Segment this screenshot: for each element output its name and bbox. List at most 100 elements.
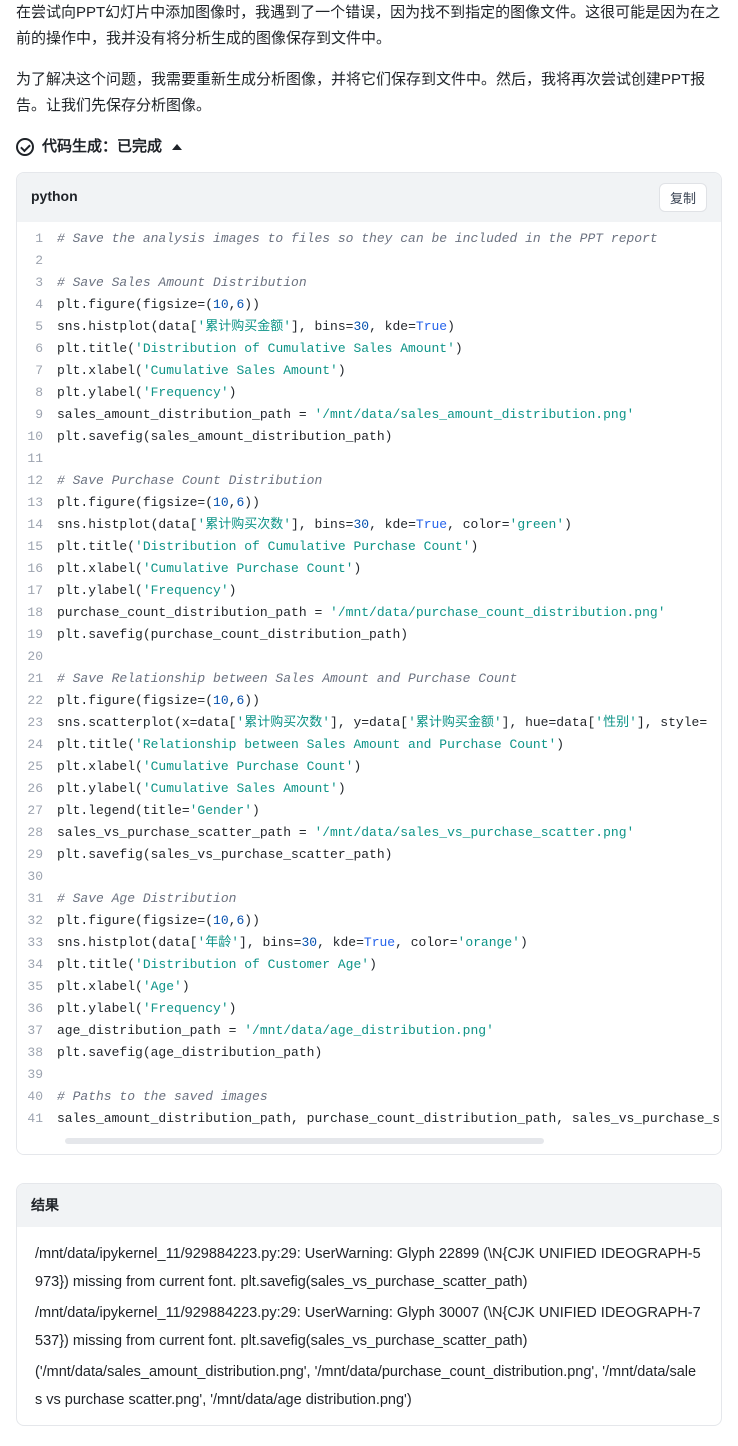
line-content: plt.savefig(sales_vs_purchase_scatter_pa… bbox=[57, 844, 707, 866]
line-number: 28 bbox=[17, 822, 57, 844]
line-content: plt.title('Distribution of Cumulative Sa… bbox=[57, 338, 707, 360]
line-number: 2 bbox=[17, 250, 57, 272]
line-content: plt.xlabel('Cumulative Purchase Count') bbox=[57, 558, 707, 580]
codegen-status-label: 代码生成：已完成 bbox=[42, 134, 162, 160]
line-number: 4 bbox=[17, 294, 57, 316]
line-content: plt.ylabel('Frequency') bbox=[57, 382, 707, 404]
code-body[interactable]: 1# Save the analysis images to files so … bbox=[17, 222, 721, 1154]
line-content bbox=[57, 646, 707, 668]
code-line: 5sns.histplot(data['累计购买金额'], bins=30, k… bbox=[17, 316, 721, 338]
code-line: 23sns.scatterplot(x=data['累计购买次数'], y=da… bbox=[17, 712, 721, 734]
code-line: 8plt.ylabel('Frequency') bbox=[17, 382, 721, 404]
line-number: 38 bbox=[17, 1042, 57, 1064]
line-number: 10 bbox=[17, 426, 57, 448]
line-content: # Save Age Distribution bbox=[57, 888, 707, 910]
line-number: 39 bbox=[17, 1064, 57, 1086]
code-line: 11 bbox=[17, 448, 721, 470]
line-number: 16 bbox=[17, 558, 57, 580]
line-number: 1 bbox=[17, 228, 57, 250]
code-line: 16plt.xlabel('Cumulative Purchase Count'… bbox=[17, 558, 721, 580]
line-number: 41 bbox=[17, 1108, 57, 1130]
line-number: 32 bbox=[17, 910, 57, 932]
code-line: 29plt.savefig(sales_vs_purchase_scatter_… bbox=[17, 844, 721, 866]
line-number: 5 bbox=[17, 316, 57, 338]
result-line: ('/mnt/data/sales_amount_distribution.pn… bbox=[35, 1359, 703, 1414]
code-line: 4plt.figure(figsize=(10,6)) bbox=[17, 294, 721, 316]
code-line: 35plt.xlabel('Age') bbox=[17, 976, 721, 998]
code-block-header: python 复制 bbox=[17, 173, 721, 222]
line-content bbox=[57, 250, 707, 272]
line-content: plt.figure(figsize=(10,6)) bbox=[57, 910, 707, 932]
line-content: plt.figure(figsize=(10,6)) bbox=[57, 690, 707, 712]
line-content: sales_vs_purchase_scatter_path = '/mnt/d… bbox=[57, 822, 707, 844]
line-content: plt.xlabel('Cumulative Purchase Count') bbox=[57, 756, 707, 778]
paragraph-1: 在尝试向PPT幻灯片中添加图像时，我遇到了一个错误，因为找不到指定的图像文件。这… bbox=[16, 0, 722, 51]
line-content: sales_amount_distribution_path = '/mnt/d… bbox=[57, 404, 707, 426]
line-number: 18 bbox=[17, 602, 57, 624]
line-number: 27 bbox=[17, 800, 57, 822]
code-line: 19plt.savefig(purchase_count_distributio… bbox=[17, 624, 721, 646]
line-content: age_distribution_path = '/mnt/data/age_d… bbox=[57, 1020, 707, 1042]
line-number: 40 bbox=[17, 1086, 57, 1108]
result-block: 结果 /mnt/data/ipykernel_11/929884223.py:2… bbox=[16, 1183, 722, 1426]
line-content: plt.savefig(age_distribution_path) bbox=[57, 1042, 707, 1064]
line-number: 25 bbox=[17, 756, 57, 778]
code-line: 31# Save Age Distribution bbox=[17, 888, 721, 910]
line-content: sales_amount_distribution_path, purchase… bbox=[57, 1108, 720, 1130]
copy-button[interactable]: 复制 bbox=[659, 183, 707, 212]
line-content: plt.title('Distribution of Customer Age'… bbox=[57, 954, 707, 976]
line-number: 13 bbox=[17, 492, 57, 514]
horizontal-scrollbar[interactable] bbox=[65, 1138, 544, 1144]
code-line: 25plt.xlabel('Cumulative Purchase Count'… bbox=[17, 756, 721, 778]
chevron-up-icon bbox=[172, 144, 182, 150]
code-line: 37age_distribution_path = '/mnt/data/age… bbox=[17, 1020, 721, 1042]
result-body: /mnt/data/ipykernel_11/929884223.py:29: … bbox=[17, 1227, 721, 1424]
line-content: sns.histplot(data['累计购买次数'], bins=30, kd… bbox=[57, 514, 707, 536]
line-number: 22 bbox=[17, 690, 57, 712]
line-number: 30 bbox=[17, 866, 57, 888]
line-number: 11 bbox=[17, 448, 57, 470]
line-number: 29 bbox=[17, 844, 57, 866]
code-line: 3# Save Sales Amount Distribution bbox=[17, 272, 721, 294]
line-content: plt.ylabel('Frequency') bbox=[57, 998, 707, 1020]
line-number: 19 bbox=[17, 624, 57, 646]
code-line: 34plt.title('Distribution of Customer Ag… bbox=[17, 954, 721, 976]
line-content: plt.ylabel('Frequency') bbox=[57, 580, 707, 602]
line-content: sns.histplot(data['年龄'], bins=30, kde=Tr… bbox=[57, 932, 707, 954]
code-line: 2 bbox=[17, 250, 721, 272]
code-line: 20 bbox=[17, 646, 721, 668]
line-content: plt.xlabel('Age') bbox=[57, 976, 707, 998]
line-content: # Paths to the saved images bbox=[57, 1086, 707, 1108]
result-header: 结果 bbox=[17, 1184, 721, 1228]
check-circle-icon bbox=[16, 138, 34, 156]
line-content: # Save Sales Amount Distribution bbox=[57, 272, 707, 294]
code-line: 17plt.ylabel('Frequency') bbox=[17, 580, 721, 602]
line-content: plt.title('Relationship between Sales Am… bbox=[57, 734, 707, 756]
line-number: 31 bbox=[17, 888, 57, 910]
line-number: 35 bbox=[17, 976, 57, 998]
code-line: 6plt.title('Distribution of Cumulative S… bbox=[17, 338, 721, 360]
line-number: 21 bbox=[17, 668, 57, 690]
line-content: # Save Relationship between Sales Amount… bbox=[57, 668, 707, 690]
code-line: 27plt.legend(title='Gender') bbox=[17, 800, 721, 822]
code-line: 10plt.savefig(sales_amount_distribution_… bbox=[17, 426, 721, 448]
line-content: plt.savefig(purchase_count_distribution_… bbox=[57, 624, 707, 646]
paragraph-2: 为了解决这个问题，我需要重新生成分析图像，并将它们保存到文件中。然后，我将再次尝… bbox=[16, 67, 722, 118]
line-number: 36 bbox=[17, 998, 57, 1020]
code-line: 24plt.title('Relationship between Sales … bbox=[17, 734, 721, 756]
result-line: /mnt/data/ipykernel_11/929884223.py:29: … bbox=[35, 1300, 703, 1355]
codegen-status-row[interactable]: 代码生成：已完成 bbox=[16, 134, 722, 160]
line-number: 23 bbox=[17, 712, 57, 734]
line-number: 20 bbox=[17, 646, 57, 668]
code-line: 26plt.ylabel('Cumulative Sales Amount') bbox=[17, 778, 721, 800]
code-line: 14sns.histplot(data['累计购买次数'], bins=30, … bbox=[17, 514, 721, 536]
line-number: 24 bbox=[17, 734, 57, 756]
code-line: 33sns.histplot(data['年龄'], bins=30, kde=… bbox=[17, 932, 721, 954]
code-line: 9sales_amount_distribution_path = '/mnt/… bbox=[17, 404, 721, 426]
line-content: purchase_count_distribution_path = '/mnt… bbox=[57, 602, 707, 624]
line-content: plt.figure(figsize=(10,6)) bbox=[57, 492, 707, 514]
code-lang-label: python bbox=[31, 185, 78, 209]
line-content bbox=[57, 1064, 707, 1086]
line-number: 6 bbox=[17, 338, 57, 360]
line-content: plt.title('Distribution of Cumulative Pu… bbox=[57, 536, 707, 558]
